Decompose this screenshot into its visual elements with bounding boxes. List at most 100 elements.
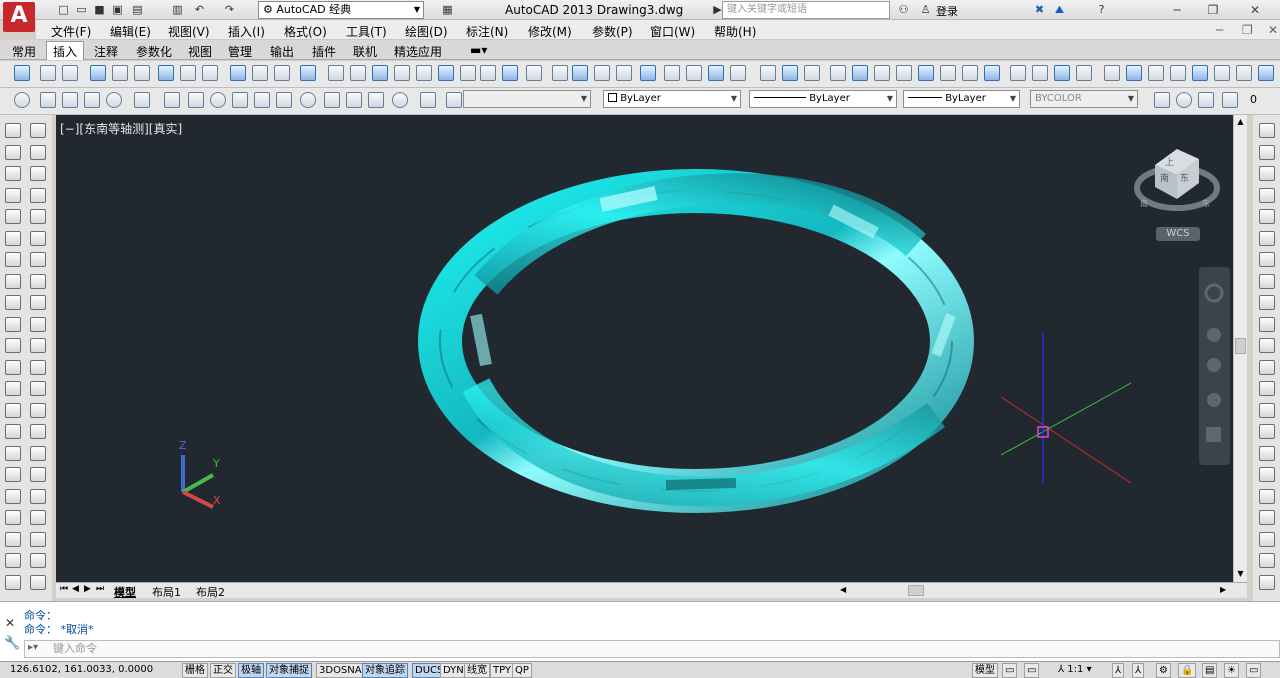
plotstyle-select[interactable]: BYCOLOR ▼: [1030, 90, 1138, 108]
hardware-acceleration-icon[interactable]: ▤: [1202, 663, 1218, 678]
plot-icon[interactable]: ▥: [170, 3, 185, 17]
toolbar1-tool-icon[interactable]: [14, 65, 30, 81]
toolbar1-tool-icon[interactable]: [40, 65, 56, 81]
toolbar2-tool-icon[interactable]: [254, 92, 270, 108]
toolbar1-tool-icon[interactable]: [134, 65, 150, 81]
status-toggle-2[interactable]: 极轴: [238, 663, 264, 678]
auto-scale-icon[interactable]: ⅄: [1132, 663, 1145, 678]
login-link[interactable]: 登录: [936, 3, 958, 19]
menu-edit[interactable]: 编辑(E): [110, 23, 151, 40]
dimension-tool-icon[interactable]: [30, 209, 46, 224]
dimension-tool-icon[interactable]: [30, 360, 46, 375]
navigation-bar[interactable]: [1199, 267, 1230, 465]
modify-tool-icon[interactable]: [1259, 446, 1275, 461]
draw-tool-icon[interactable]: [5, 510, 21, 525]
toolbar1-tool-icon[interactable]: [1076, 65, 1092, 81]
modify-tool-icon[interactable]: [1259, 295, 1275, 310]
modify-tool-icon[interactable]: [1259, 532, 1275, 547]
toolbar1-tool-icon[interactable]: [274, 65, 290, 81]
draw-tool-icon[interactable]: [5, 252, 21, 267]
modify-tool-icon[interactable]: [1259, 467, 1275, 482]
draw-tool-icon[interactable]: [5, 274, 21, 289]
scroll-down-icon[interactable]: ▼: [1234, 567, 1247, 581]
toolbar1-tool-icon[interactable]: [1032, 65, 1048, 81]
toolbar2-tool-icon[interactable]: [134, 92, 150, 108]
modify-tool-icon[interactable]: [1259, 338, 1275, 353]
command-customize-icon[interactable]: 🔧: [4, 636, 20, 651]
toolbar1-tool-icon[interactable]: [438, 65, 454, 81]
annotation-visibility-icon[interactable]: ⅄: [1112, 663, 1125, 678]
toolbar1-tool-icon[interactable]: [350, 65, 366, 81]
status-toggle-10[interactable]: QP: [512, 663, 532, 678]
tab-annotate[interactable]: 注释: [94, 43, 118, 60]
draw-tool-icon[interactable]: [5, 532, 21, 547]
mdi-minimize-icon[interactable]: ─: [1216, 23, 1223, 37]
toolbar1-tool-icon[interactable]: [686, 65, 702, 81]
workspace-select[interactable]: ⚙ AutoCAD 经典 ▼: [258, 1, 424, 19]
dimension-tool-icon[interactable]: [30, 295, 46, 310]
toolbar1-tool-icon[interactable]: [782, 65, 798, 81]
draw-tool-icon[interactable]: [5, 424, 21, 439]
toolbar2-tool-icon[interactable]: [14, 92, 30, 108]
toolbar1-tool-icon[interactable]: [158, 65, 174, 81]
toolbar1-tool-icon[interactable]: [394, 65, 410, 81]
search-input[interactable]: 键入关键字或短语: [722, 1, 890, 19]
status-toggle-9[interactable]: TPY: [490, 663, 515, 678]
toolbar2-tool-icon[interactable]: [324, 92, 340, 108]
modify-tool-icon[interactable]: [1259, 510, 1275, 525]
status-toggle-0[interactable]: 栅格: [182, 663, 208, 678]
modify-tool-icon[interactable]: [1259, 575, 1275, 590]
command-input[interactable]: 键入命令: [24, 640, 1280, 658]
toolbar1-tool-icon[interactable]: [708, 65, 724, 81]
status-toggle-1[interactable]: 正交: [210, 663, 236, 678]
color-select[interactable]: ByLayer ▼: [603, 90, 741, 108]
menu-draw[interactable]: 绘图(D): [405, 23, 448, 40]
toolbar1-tool-icon[interactable]: [480, 65, 496, 81]
quick-view-drawings-icon[interactable]: ▭: [1024, 663, 1040, 678]
dimension-tool-icon[interactable]: [30, 575, 46, 590]
draw-tool-icon[interactable]: [5, 317, 21, 332]
dimension-tool-icon[interactable]: [30, 424, 46, 439]
toolbar2-tool-icon[interactable]: [84, 92, 100, 108]
new-file-icon[interactable]: □: [56, 3, 71, 17]
toolbar1-tool-icon[interactable]: [962, 65, 978, 81]
layout-nav-last-icon[interactable]: ⏭: [96, 584, 104, 594]
toolbar1-tool-icon[interactable]: [526, 65, 542, 81]
tab-manage[interactable]: 管理: [228, 43, 252, 60]
tab-home[interactable]: 常用: [12, 43, 36, 60]
modify-tool-icon[interactable]: [1259, 188, 1275, 203]
toolbar1-tool-icon[interactable]: [90, 65, 106, 81]
dimension-tool-icon[interactable]: [30, 145, 46, 160]
menu-help[interactable]: 帮助(H): [714, 23, 756, 40]
quick-view-layouts-icon[interactable]: ▭: [1002, 663, 1018, 678]
tab-online[interactable]: 联机: [353, 43, 377, 60]
draw-tool-icon[interactable]: [5, 188, 21, 203]
toolbar2-tool-icon[interactable]: [188, 92, 204, 108]
toolbar1-tool-icon[interactable]: [730, 65, 746, 81]
menu-tools[interactable]: 工具(T): [346, 23, 387, 40]
toolbar1-tool-icon[interactable]: [1148, 65, 1164, 81]
toolbar2-tool-icon[interactable]: [446, 92, 462, 108]
layout-tab-layout2[interactable]: 布局2: [196, 584, 225, 600]
draw-tool-icon[interactable]: [5, 360, 21, 375]
tab-featured-apps[interactable]: 精选应用: [394, 43, 442, 60]
toolbar1-tool-icon[interactable]: [202, 65, 218, 81]
toolbar1-tool-icon[interactable]: [180, 65, 196, 81]
dimension-tool-icon[interactable]: [30, 317, 46, 332]
toolbar1-tool-icon[interactable]: [830, 65, 846, 81]
toolbar2-tool-icon[interactable]: [346, 92, 362, 108]
menu-window[interactable]: 窗口(W): [650, 23, 695, 40]
drawing-viewport[interactable]: [−][东南等轴测][真实] 上 南 东 南 东 WCS Z Y X: [56, 115, 1233, 582]
dimension-tool-icon[interactable]: [30, 381, 46, 396]
toolbar1-tool-icon[interactable]: [1192, 65, 1208, 81]
modify-tool-icon[interactable]: [1259, 553, 1275, 568]
toolbar2-tool-icon[interactable]: [1154, 92, 1170, 108]
dimension-tool-icon[interactable]: [30, 532, 46, 547]
tab-insert[interactable]: 插入: [46, 41, 85, 60]
toolbar2-tool-icon[interactable]: [392, 92, 408, 108]
toolbar1-tool-icon[interactable]: [62, 65, 78, 81]
toolbar2-tool-icon[interactable]: [420, 92, 436, 108]
toolbar2-tool-icon[interactable]: [368, 92, 384, 108]
dimension-tool-icon[interactable]: [30, 274, 46, 289]
layout-tab-layout1[interactable]: 布局1: [152, 584, 181, 600]
